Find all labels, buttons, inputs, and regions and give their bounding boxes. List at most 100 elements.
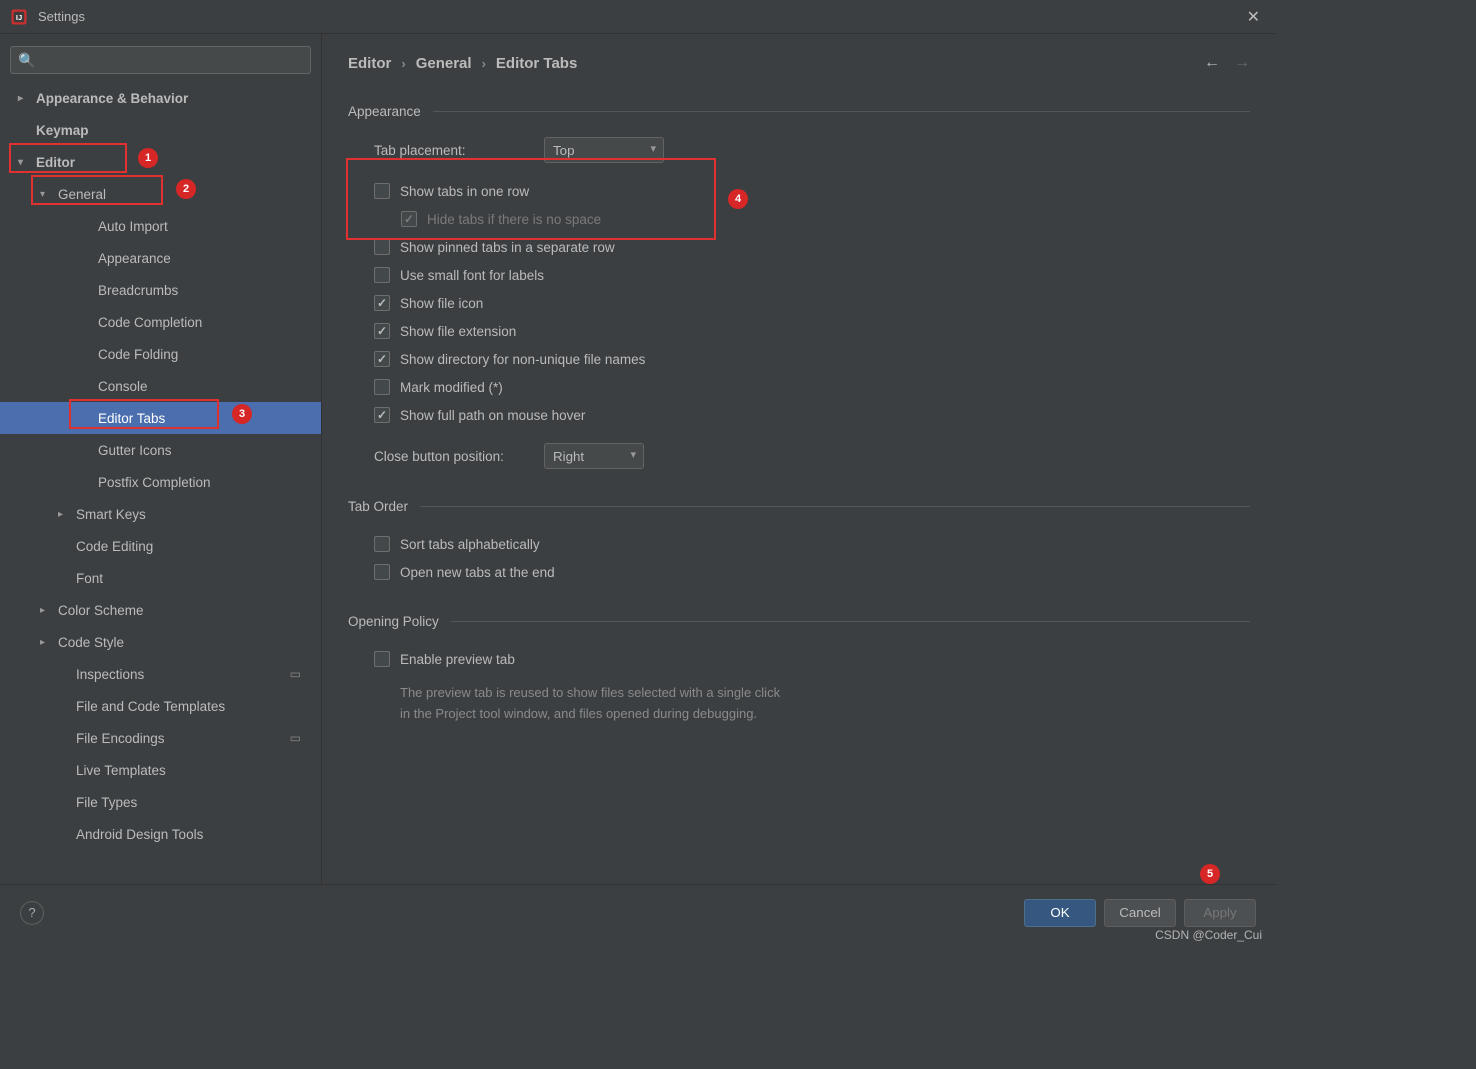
checkbox-icon [374, 323, 390, 339]
checkbox-mark-modified-[interactable]: Mark modified (*) [374, 379, 1250, 395]
tree-item-auto-import[interactable]: Auto Import [0, 210, 321, 242]
checkbox-label: Show file icon [400, 296, 483, 311]
checkbox-enable-preview-tab[interactable]: Enable preview tab [374, 651, 1250, 667]
tree-item-label: Code Folding [98, 347, 178, 362]
apply-button[interactable]: Apply [1184, 899, 1256, 927]
tree-item-label: Editor Tabs [98, 411, 165, 426]
project-scope-icon: ▭ [290, 731, 301, 745]
tree-item-code-folding[interactable]: Code Folding [0, 338, 321, 370]
tree-item-label: Smart Keys [76, 507, 146, 522]
content-pane: Editor › General › Editor Tabs ← → Appea… [322, 34, 1276, 884]
checkbox-show-file-extension[interactable]: Show file extension [374, 323, 1250, 339]
tree-item-code-completion[interactable]: Code Completion [0, 306, 321, 338]
window-title: Settings [38, 9, 1241, 24]
tree-item-label: Code Completion [98, 315, 202, 330]
chevron-right-icon [40, 637, 54, 648]
tree-item-console[interactable]: Console [0, 370, 321, 402]
tree-item-breadcrumbs[interactable]: Breadcrumbs [0, 274, 321, 306]
checkbox-show-full-path-on-mouse-hover[interactable]: Show full path on mouse hover [374, 407, 1250, 423]
tree-item-label: Editor [36, 155, 75, 170]
preview-tab-description: The preview tab is reused to show files … [400, 683, 920, 725]
breadcrumb-editor[interactable]: Editor [348, 55, 391, 72]
checkbox-icon [374, 183, 390, 199]
checkbox-label: Show file extension [400, 324, 516, 339]
tree-item-file-encodings[interactable]: File Encodings▭ [0, 722, 321, 754]
cancel-button[interactable]: Cancel [1104, 899, 1176, 927]
tree-item-label: Console [98, 379, 148, 394]
breadcrumb-general[interactable]: General [416, 55, 472, 72]
tree-item-file-types[interactable]: File Types [0, 786, 321, 818]
tree-item-editor-tabs[interactable]: Editor Tabs [0, 402, 321, 434]
tree-item-gutter-icons[interactable]: Gutter Icons [0, 434, 321, 466]
tree-item-label: Color Scheme [58, 603, 144, 618]
tree-item-label: Auto Import [98, 219, 168, 234]
checkbox-show-file-icon[interactable]: Show file icon [374, 295, 1250, 311]
chevron-down-icon [18, 157, 32, 168]
checkbox-show-pinned-tabs-in-a-separate-row[interactable]: Show pinned tabs in a separate row [374, 239, 1250, 255]
breadcrumb-editor-tabs: Editor Tabs [496, 55, 577, 72]
checkbox-icon [401, 211, 417, 227]
tree-item-label: File Types [76, 795, 137, 810]
checkbox-icon [374, 407, 390, 423]
svg-text:IJ: IJ [16, 13, 22, 22]
tree-item-label: Font [76, 571, 103, 586]
section-appearance: Appearance [348, 104, 1250, 119]
chevron-down-icon [40, 189, 54, 200]
ok-button[interactable]: OK [1024, 899, 1096, 927]
tree-item-appearance-behavior[interactable]: Appearance & Behavior [0, 82, 321, 114]
section-opening-policy: Opening Policy [348, 614, 1250, 629]
checkbox-sort-tabs-alphabetically[interactable]: Sort tabs alphabetically [374, 536, 1250, 552]
tab-placement-select[interactable]: Top [544, 137, 664, 163]
checkbox-hide-tabs-if-there-is-no-space: Hide tabs if there is no space [401, 211, 1250, 227]
checkbox-label: Mark modified (*) [400, 380, 503, 395]
checkbox-icon [374, 239, 390, 255]
checkbox-show-directory-for-non-unique-file-names[interactable]: Show directory for non-unique file names [374, 351, 1250, 367]
app-icon: IJ [10, 8, 28, 26]
tree-item-keymap[interactable]: Keymap [0, 114, 321, 146]
checkbox-show-tabs-in-one-row[interactable]: Show tabs in one row [374, 183, 1250, 199]
tree-item-label: Inspections [76, 667, 144, 682]
tree-item-color-scheme[interactable]: Color Scheme [0, 594, 321, 626]
close-button-position-select[interactable]: Right [544, 443, 644, 469]
settings-tree[interactable]: Appearance & Behavior Keymap Editor General… [0, 82, 321, 884]
checkbox-label: Sort tabs alphabetically [400, 537, 540, 552]
close-icon[interactable]: ✕ [1241, 5, 1266, 29]
tree-item-code-style[interactable]: Code Style [0, 626, 321, 658]
checkbox-use-small-font-for-labels[interactable]: Use small font for labels [374, 267, 1250, 283]
chevron-right-icon [40, 605, 54, 616]
sidebar: 🔍 Appearance & BehaviorKeymapEditorGener… [0, 34, 322, 884]
tree-item-general[interactable]: General [0, 178, 321, 210]
checkbox-open-new-tabs-at-the-end[interactable]: Open new tabs at the end [374, 564, 1250, 580]
tree-item-label: Gutter Icons [98, 443, 172, 458]
tree-item-appearance[interactable]: Appearance [0, 242, 321, 274]
checkbox-label: Enable preview tab [400, 652, 515, 667]
tree-item-label: Appearance & Behavior [36, 91, 188, 106]
search-input[interactable] [10, 46, 311, 74]
section-tab-order: Tab Order [348, 499, 1250, 514]
tree-item-live-templates[interactable]: Live Templates [0, 754, 321, 786]
help-button[interactable]: ? [20, 901, 44, 925]
section-title: Opening Policy [348, 614, 439, 629]
tree-item-inspections[interactable]: Inspections ▭ [0, 658, 321, 690]
section-title: Tab Order [348, 499, 408, 514]
footer: ? OK Cancel Apply [0, 884, 1276, 940]
checkbox-icon [374, 651, 390, 667]
project-scope-icon: ▭ [290, 667, 301, 681]
tree-item-android-design-tools[interactable]: Android Design Tools [0, 818, 321, 850]
checkbox-label: Show pinned tabs in a separate row [400, 240, 615, 255]
nav-back-icon[interactable]: ← [1204, 54, 1220, 72]
checkbox-label: Show directory for non-unique file names [400, 352, 645, 367]
section-title: Appearance [348, 104, 421, 119]
tree-item-editor[interactable]: Editor [0, 146, 321, 178]
checkbox-icon [374, 351, 390, 367]
checkbox-icon [374, 379, 390, 395]
tree-item-file-and-code-templates[interactable]: File and Code Templates [0, 690, 321, 722]
chevron-right-icon: › [401, 56, 405, 71]
tree-item-font[interactable]: Font [0, 562, 321, 594]
tree-item-label: Appearance [98, 251, 171, 266]
tree-item-smart-keys[interactable]: Smart Keys [0, 498, 321, 530]
tree-item-code-editing[interactable]: Code Editing [0, 530, 321, 562]
tree-item-postfix-completion[interactable]: Postfix Completion [0, 466, 321, 498]
tree-item-label: Breadcrumbs [98, 283, 178, 298]
watermark: CSDN @Coder_Cui [1155, 928, 1262, 942]
